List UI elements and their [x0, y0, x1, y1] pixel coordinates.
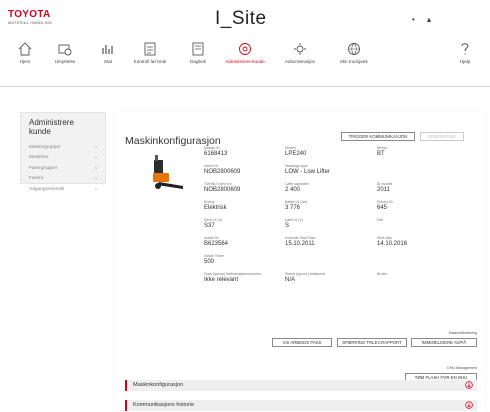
nav-label: Min truckpark: [340, 59, 368, 64]
sidebar-item-forere[interactable]: Førere ›: [29, 174, 97, 185]
dhu-management-label: DHU Management: [447, 366, 477, 370]
field-batteri: Batteri Id (Ah) 3 776: [285, 200, 308, 211]
user-icon[interactable]: ▴: [427, 15, 431, 24]
nav-item-dagbok[interactable]: Dagbok: [173, 42, 223, 65]
field-dor: Dør: [377, 218, 383, 222]
trigger-communication-button[interactable]: TRIGGER KOMMUNIKASJON: [341, 132, 415, 141]
chevron-right-icon: ›: [95, 144, 97, 151]
sidebar-item-maskiner[interactable]: Maskiner ›: [29, 153, 97, 164]
sidebar-item-maskingrupper[interactable]: Maskingrupper ›: [29, 143, 97, 154]
nav-divider: [0, 86, 490, 87]
sidebar-title: Administrere kunde: [29, 118, 74, 136]
expand-icon[interactable]: [465, 401, 473, 409]
field-merke: Merke BT: [377, 146, 387, 157]
immobilize-button[interactable]: IMMOBILISERE AV/PÅ: [411, 338, 477, 347]
nav-item-administrasjon[interactable]: Administrasjon: [275, 42, 325, 65]
expand-icon[interactable]: [465, 381, 473, 389]
sidebar-item-label: Maskiner: [29, 155, 49, 161]
accordion-label: Kommunikasjons historie: [133, 402, 195, 408]
app-title: I_Site: [215, 8, 267, 29]
truck-image: [153, 155, 183, 189]
show-work-shift-button[interactable]: VIS ARBEIDS PASS: [272, 338, 332, 347]
notification-dot-icon[interactable]: •: [412, 15, 415, 24]
field-enhets-id: Enhets ID 645: [377, 200, 393, 211]
main-panel: Maskinkonfigurasjon TRIGGER KOMMUNIKASJO…: [115, 112, 485, 412]
field-lofte-id: Løfte Id (V) S: [285, 218, 303, 229]
home-icon: [18, 42, 32, 56]
brand-logo-subtitle: MATERIAL HANDLING: [8, 21, 53, 25]
nav-item-kontroll[interactable]: Kontroll før bruk: [125, 42, 175, 65]
sidebar: Administrere kunde Maskingrupper › Maskin…: [20, 112, 106, 193]
app-header: TOYOTA MATERIAL HANDLING I_Site • ▴: [0, 0, 490, 42]
query-report-button[interactable]: SPØRRING TRLEV.RAPPORT: [337, 338, 407, 347]
stat-icon: [102, 45, 113, 54]
chevron-right-icon: ›: [95, 186, 97, 193]
accordion-communication-history[interactable]: Kommunikasjons historie: [125, 400, 477, 411]
sidebar-item-label: Adgangsoversikt: [29, 186, 65, 192]
settings-icon: [294, 43, 306, 55]
field-ar-modell: År modell 2011: [377, 182, 393, 193]
nav-item-min-truckpark[interactable]: Min truckpark: [329, 42, 379, 65]
header-icons: • ▴: [412, 15, 441, 24]
brand-logo[interactable]: TOYOTA: [8, 9, 51, 20]
logbook-icon: [192, 42, 204, 56]
admin-icon: [239, 43, 251, 55]
nav-label: Kontroll før bruk: [133, 59, 167, 64]
field-broker: Broker: [377, 272, 388, 276]
globe-icon: [348, 43, 360, 55]
field-maskingruppe: Maskingruppe LOW - Low Lifter: [285, 164, 331, 175]
nav-item-hjelp[interactable]: Hjelp: [440, 42, 490, 65]
nav-label: Hjelp: [459, 59, 471, 64]
chevron-right-icon: ›: [95, 176, 97, 183]
help-icon: [461, 43, 469, 55]
checklist-icon: [144, 42, 156, 56]
field-status-ignore: Status (Ignore) Maksimal N/A: [285, 272, 325, 283]
nav-item-administrere-kunde[interactable]: Administrere kunde: [220, 42, 270, 65]
nav-label: Administrere kunde: [225, 59, 265, 64]
sidebar-item-adgangsoversikt[interactable]: Adgangsoversikt ›: [29, 185, 97, 196]
field-energi: Energi Elektrisk: [204, 200, 227, 211]
field-serie-id: Serie Id (V) S37: [204, 218, 223, 229]
field-maskin-id: Maskin ID 6168413: [204, 146, 228, 157]
field-modell: Modell LPE240: [285, 146, 307, 157]
utilization-icon: [58, 44, 72, 56]
nav-label: Dagbok: [190, 59, 206, 64]
accordion-machine-config[interactable]: Maskinkonfigurasjon: [125, 380, 477, 391]
field-slutt-dato: Slutt dato 14.10.2016: [377, 236, 408, 247]
field-tmhno-intern-nr: TMHNO Intern nr. NOB2800609: [204, 182, 241, 193]
sidebar-item-forergrupper[interactable]: Førergrupper ›: [29, 164, 97, 175]
field-avtale-timer: Avtale Timer 500: [204, 254, 224, 265]
chevron-right-icon: ›: [95, 165, 97, 172]
field-data-ignore: Data (Ignore) Maksimalsbeskrivelse Ikke r…: [204, 272, 262, 283]
sidebar-item-label: Maskingrupper: [29, 144, 61, 150]
nav-label: Administrasjon: [284, 59, 316, 64]
generating-button: GENERATING: [420, 132, 464, 141]
machine-handling-label: Maskinhåndtering: [448, 331, 477, 335]
accordion-label: Maskinkonfigurasjon: [133, 382, 184, 388]
field-intern-nr: Intern Nr NOB2800609: [204, 164, 241, 175]
chevron-right-icon: ›: [95, 155, 97, 162]
main-nav: Hjem Utnyttelse Stat Kontroll før bruk D…: [0, 42, 490, 78]
field-avtale-nr: Avtale Nr. B623564: [204, 236, 229, 247]
field-lofte-kapasitet: Løfte kapasitet 2 400: [285, 182, 309, 193]
field-kontrakt-start: Kontrakt Start Dato 15.10.2011: [285, 236, 316, 247]
sidebar-item-label: Førere: [29, 176, 44, 182]
sidebar-item-label: Førergrupper: [29, 165, 58, 171]
